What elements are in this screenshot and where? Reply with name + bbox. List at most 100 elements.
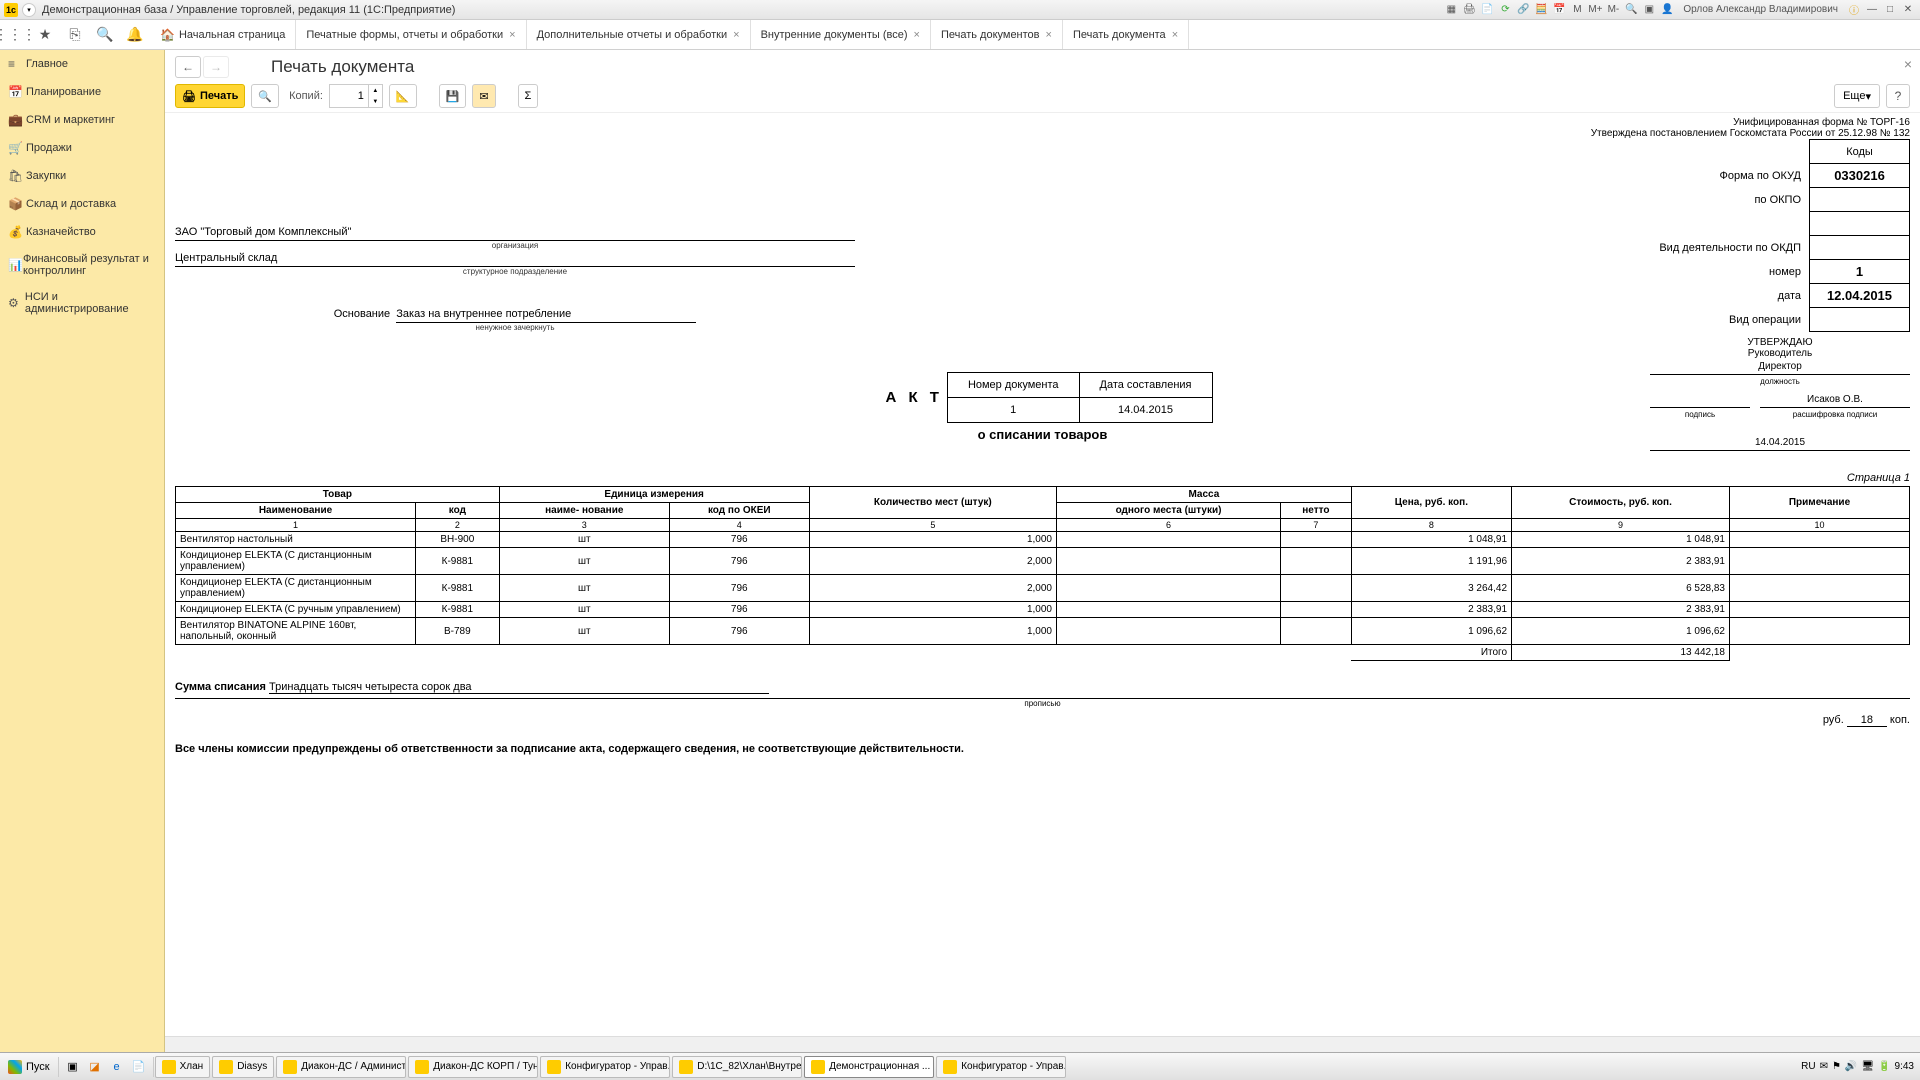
table-row: Кондиционер ELEKTA (С дистанционным упра… bbox=[176, 548, 1910, 575]
zoom-icon[interactable]: 🔍 bbox=[1623, 3, 1639, 17]
cart-icon: 🛒 bbox=[8, 141, 26, 155]
sidebar-item-crm[interactable]: 💼CRM и маркетинг bbox=[0, 106, 164, 134]
printer-icon: 🖨 bbox=[182, 90, 196, 103]
copies-label: Копий: bbox=[289, 90, 323, 102]
clock[interactable]: 9:43 bbox=[1895, 1061, 1914, 1072]
save-button[interactable]: 💾 bbox=[439, 84, 467, 108]
sidebar-item-admin[interactable]: ⚙НСИ и администрирование bbox=[0, 284, 164, 322]
print-button[interactable]: 🖨Печать bbox=[175, 84, 245, 108]
toolbar-text-icon[interactable]: M bbox=[1569, 3, 1585, 17]
help-button[interactable]: ? bbox=[1886, 84, 1910, 108]
org-name: ЗАО "Торговый дом Комплексный" bbox=[175, 224, 855, 241]
taskbar-button[interactable]: D:\1C_82\Хлан\Внутренн... bbox=[672, 1056, 802, 1078]
bag-icon: 🛍 bbox=[8, 169, 26, 183]
ql-icon[interactable]: 📄 bbox=[129, 1057, 149, 1077]
tab-additional-reports[interactable]: Дополнительные отчеты и обработки× bbox=[527, 20, 751, 49]
copies-input[interactable]: 1 bbox=[329, 84, 369, 108]
tab-home[interactable]: 🏠Начальная страница bbox=[150, 20, 296, 49]
toolbar-text-icon[interactable]: M+ bbox=[1587, 3, 1603, 17]
info-icon[interactable]: ⓘ bbox=[1846, 3, 1862, 17]
notifications-icon[interactable]: 🔔 bbox=[120, 20, 150, 49]
sidebar-item-planning[interactable]: 📅Планирование bbox=[0, 78, 164, 106]
nav-forward-button[interactable]: → bbox=[203, 56, 229, 78]
main-tabs: ⋮⋮⋮ ★ ⎘ 🔍 🔔 🏠Начальная страница Печатные… bbox=[0, 20, 1920, 50]
tab-internal-docs[interactable]: Внутренние документы (все)× bbox=[751, 20, 931, 49]
close-button[interactable]: ✕ bbox=[1900, 3, 1916, 17]
minimize-button[interactable]: — bbox=[1864, 3, 1880, 17]
more-button[interactable]: Еще ▾ bbox=[1834, 84, 1880, 108]
tray-icon[interactable]: 🖥 bbox=[1861, 1061, 1874, 1072]
sidebar-item-treasury[interactable]: 💰Казначейство bbox=[0, 218, 164, 246]
taskbar-button[interactable]: Демонстрационная ... bbox=[804, 1056, 934, 1078]
sidebar-item-warehouse[interactable]: 📦Склад и доставка bbox=[0, 190, 164, 218]
toolbar-icon[interactable]: 🔗 bbox=[1515, 3, 1531, 17]
taskbar-button[interactable]: Диакон-ДС КОРП / Тун... bbox=[408, 1056, 538, 1078]
start-button[interactable]: Пуск bbox=[0, 1060, 58, 1074]
app-menu-dropdown[interactable]: ▾ bbox=[22, 3, 36, 17]
tab-print-forms[interactable]: Печатные формы, отчеты и обработки× bbox=[296, 20, 526, 49]
favorites-icon[interactable]: ★ bbox=[30, 20, 60, 49]
email-button[interactable]: ✉ bbox=[472, 84, 495, 108]
history-icon[interactable]: ⎘ bbox=[60, 20, 90, 49]
sidebar-item-sales[interactable]: 🛒Продажи bbox=[0, 134, 164, 162]
preview-button[interactable]: 🔍 bbox=[251, 84, 279, 108]
tray-icon[interactable]: ⚑ bbox=[1832, 1061, 1841, 1072]
taskbar-button[interactable]: Конфигуратор - Управ... bbox=[936, 1056, 1066, 1078]
taskbar-button[interactable]: Диакон-ДС / Админист... bbox=[276, 1056, 406, 1078]
apps-grid-icon[interactable]: ⋮⋮⋮ bbox=[0, 20, 30, 49]
toolbar-text-icon[interactable]: M- bbox=[1605, 3, 1621, 17]
content-area: × ← → Печать документа 🖨Печать 🔍 Копий: … bbox=[165, 50, 1920, 1052]
calendar-icon[interactable]: 📅 bbox=[1551, 3, 1567, 17]
close-icon[interactable]: × bbox=[509, 29, 515, 41]
sum-button[interactable]: Σ bbox=[518, 84, 539, 108]
approve-block: УТВЕРЖДАЮ Руководитель Директор должност… bbox=[1650, 337, 1910, 451]
toolbar-icon[interactable]: ⟳ bbox=[1497, 3, 1513, 17]
form-meta-2: Утверждена постановлением Госкомстата Ро… bbox=[990, 128, 1910, 139]
lang-indicator[interactable]: RU bbox=[1801, 1061, 1815, 1072]
tab-print-documents[interactable]: Печать документов× bbox=[931, 20, 1063, 49]
toolbar-icon[interactable]: 🖨 bbox=[1461, 3, 1477, 17]
ql-icon[interactable]: ◪ bbox=[85, 1057, 105, 1077]
tray-icon[interactable]: 🔋 bbox=[1878, 1061, 1890, 1072]
tab-print-document[interactable]: Печать документа× bbox=[1063, 20, 1189, 49]
toolbar-icon[interactable]: ▦ bbox=[1443, 3, 1459, 17]
page-setup-button[interactable]: 📐 bbox=[389, 84, 417, 108]
box-icon: 📦 bbox=[8, 197, 26, 211]
tray-icon[interactable]: 🔊 bbox=[1845, 1061, 1857, 1072]
table-row: Кондиционер ELEKTA (С дистанционным упра… bbox=[176, 575, 1910, 602]
close-icon[interactable]: × bbox=[1046, 29, 1052, 41]
close-content-button[interactable]: × bbox=[1904, 56, 1912, 72]
sidebar-item-finance[interactable]: 📊Финансовый результат и контроллинг bbox=[0, 246, 164, 284]
windows-icon bbox=[8, 1060, 22, 1074]
taskbar-button[interactable]: Хлан bbox=[155, 1056, 211, 1078]
close-icon[interactable]: × bbox=[733, 29, 739, 41]
sidebar-item-purchases[interactable]: 🛍Закупки bbox=[0, 162, 164, 190]
doc-number-table: Номер документаДата составления 114.04.2… bbox=[947, 372, 1213, 423]
user-name[interactable]: Орлов Александр Владимирович bbox=[1683, 3, 1838, 17]
window-title: Демонстрационная база / Управление торго… bbox=[42, 4, 1443, 16]
sidebar-item-main[interactable]: ≡Главное bbox=[0, 50, 164, 78]
taskbar-button[interactable]: Конфигуратор - Управ... bbox=[540, 1056, 670, 1078]
chart-icon: 📊 bbox=[8, 258, 23, 272]
taskbar-button[interactable]: Diasys bbox=[212, 1056, 274, 1078]
akt-title: А К Т bbox=[885, 389, 943, 406]
calculator-icon[interactable]: 🧮 bbox=[1533, 3, 1549, 17]
search-icon[interactable]: 🔍 bbox=[90, 20, 120, 49]
warning-text: Все члены комиссии предупреждены об отве… bbox=[175, 743, 1910, 755]
tray-icon[interactable]: ✉ bbox=[1820, 1061, 1828, 1072]
calendar-icon: 📅 bbox=[8, 85, 26, 99]
close-icon[interactable]: × bbox=[1172, 29, 1178, 41]
sections-sidebar: ≡Главное 📅Планирование 💼CRM и маркетинг … bbox=[0, 50, 165, 1052]
maximize-button[interactable]: □ bbox=[1882, 3, 1898, 17]
ql-icon[interactable]: e bbox=[107, 1057, 127, 1077]
briefcase-icon: 💼 bbox=[8, 113, 26, 127]
copies-spinner[interactable]: ▲▼ bbox=[369, 84, 383, 108]
ql-icon[interactable]: ▣ bbox=[63, 1057, 83, 1077]
panel-icon[interactable]: ▣ bbox=[1641, 3, 1657, 17]
window-titlebar: 1c ▾ Демонстрационная база / Управление … bbox=[0, 0, 1920, 20]
document-viewport[interactable]: Унифицированная форма № ТОРГ-16 Утвержде… bbox=[165, 113, 1920, 1036]
horizontal-scrollbar[interactable] bbox=[165, 1036, 1920, 1052]
nav-back-button[interactable]: ← bbox=[175, 56, 201, 78]
toolbar-icon[interactable]: 📄 bbox=[1479, 3, 1495, 17]
close-icon[interactable]: × bbox=[914, 29, 920, 41]
